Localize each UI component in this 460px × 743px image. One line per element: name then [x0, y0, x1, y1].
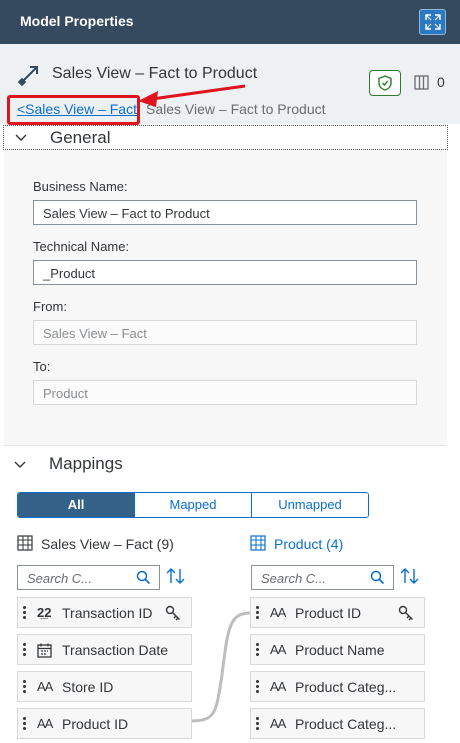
source-column-row[interactable]: AA Store ID: [17, 671, 192, 702]
calendar-icon: [37, 643, 52, 658]
string-type-icon: AA: [37, 679, 53, 694]
general-heading: General: [50, 128, 111, 147]
target-column-row[interactable]: AA Product Categ...: [250, 708, 425, 739]
drag-handle-icon[interactable]: [256, 606, 259, 620]
column-name: Product Name: [295, 642, 385, 658]
drag-handle-icon[interactable]: [23, 680, 26, 694]
source-column-row[interactable]: Transaction Date: [17, 634, 192, 665]
integer-type-icon: 2̲2: [37, 605, 52, 620]
panel-title: Model Properties: [20, 13, 134, 29]
target-table-name[interactable]: Product (4): [274, 536, 343, 552]
annotation-arrow-icon: [138, 84, 246, 107]
table-icon: [250, 535, 266, 551]
source-column-row[interactable]: AA Product ID: [17, 708, 192, 739]
chevron-down-icon: [15, 134, 27, 141]
sort-icon[interactable]: [400, 567, 420, 585]
mapping-filter-segmented: All Mapped Unmapped: [17, 492, 369, 518]
technical-name-field[interactable]: _Product: [33, 260, 417, 285]
shield-icon: [378, 75, 392, 91]
drag-handle-icon[interactable]: [256, 717, 259, 731]
drag-handle-icon[interactable]: [256, 643, 259, 657]
string-type-icon: AA: [37, 716, 53, 731]
column-name: Transaction Date: [62, 642, 169, 658]
from-field: Sales View – Fact: [33, 320, 417, 345]
string-type-icon: AA: [270, 642, 286, 657]
segment-unmapped[interactable]: Unmapped: [251, 493, 368, 517]
table-icon: [17, 535, 33, 551]
to-label: To:: [33, 359, 51, 374]
search-icon[interactable]: [370, 570, 385, 585]
to-field: Product: [33, 380, 417, 405]
search-icon[interactable]: [136, 570, 151, 585]
search-placeholder: Search C...: [261, 571, 327, 586]
string-type-icon: AA: [270, 605, 286, 620]
source-column-row[interactable]: 2̲2 Transaction ID: [17, 597, 192, 628]
chevron-down-icon: [14, 461, 26, 468]
association-icon: [18, 66, 38, 86]
column-name: Product ID: [295, 605, 362, 621]
source-table-name: Sales View – Fact (9): [41, 536, 174, 552]
mapping-connector-line: [189, 611, 252, 723]
business-name-field[interactable]: Sales View – Fact to Product: [33, 200, 417, 225]
mappings-section-header[interactable]: Mappings: [0, 451, 460, 477]
target-column-row[interactable]: AA Product Name: [250, 634, 425, 665]
drag-handle-icon[interactable]: [23, 606, 26, 620]
target-column-row[interactable]: AA Product ID: [250, 597, 425, 628]
business-name-label: Business Name:: [33, 179, 128, 194]
segment-mapped[interactable]: Mapped: [134, 493, 251, 517]
expand-button[interactable]: [419, 9, 446, 35]
key-icon: [165, 605, 180, 621]
annotation-highlight-box: [7, 95, 140, 125]
expand-icon: [424, 14, 441, 30]
sort-icon[interactable]: [166, 567, 186, 585]
source-search-input[interactable]: Search C...: [17, 565, 160, 590]
target-search-input[interactable]: Search C...: [251, 565, 394, 590]
panel-header: Model Properties: [0, 0, 460, 44]
general-section-header[interactable]: General: [3, 125, 448, 150]
column-name: Product Categ...: [295, 679, 397, 695]
column-name: Product ID: [62, 716, 129, 732]
segment-all[interactable]: All: [18, 493, 134, 517]
target-column-row[interactable]: AA Product Categ...: [250, 671, 425, 702]
column-count: 0: [437, 74, 445, 90]
search-placeholder: Search C...: [27, 571, 93, 586]
from-label: From:: [33, 299, 67, 314]
column-name: Transaction ID: [62, 605, 153, 621]
drag-handle-icon[interactable]: [23, 643, 26, 657]
drag-handle-icon[interactable]: [256, 680, 259, 694]
mappings-heading: Mappings: [49, 454, 123, 473]
drag-handle-icon[interactable]: [23, 717, 26, 731]
string-type-icon: AA: [270, 679, 286, 694]
technical-name-label: Technical Name:: [33, 239, 130, 254]
column-name: Store ID: [62, 679, 114, 695]
column-name: Product Categ...: [295, 716, 397, 732]
columns-icon: [414, 75, 429, 90]
string-type-icon: AA: [270, 716, 286, 731]
object-name: Sales View – Fact to Product: [52, 65, 258, 82]
validation-button[interactable]: [369, 70, 401, 96]
key-icon: [398, 605, 413, 621]
